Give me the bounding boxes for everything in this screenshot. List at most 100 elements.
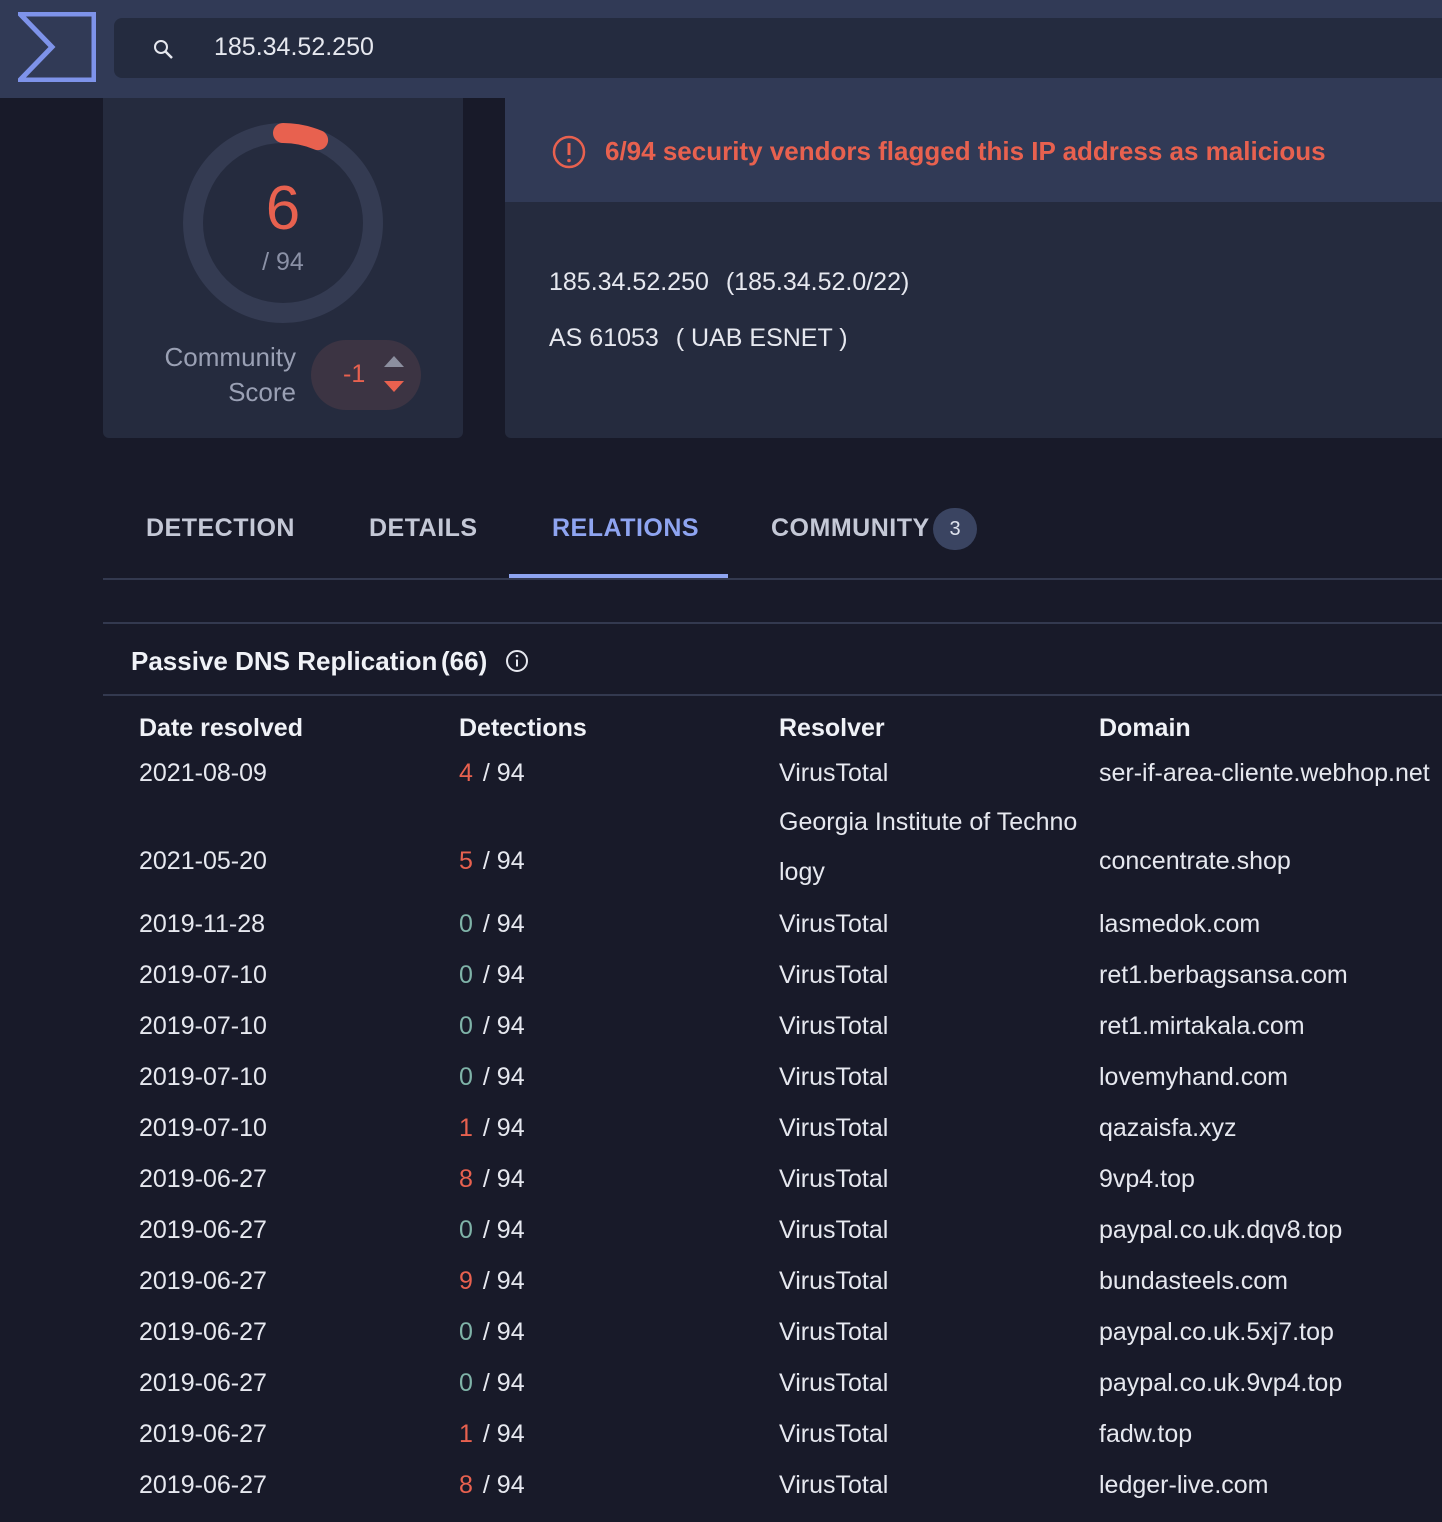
cell-domain[interactable]: ledger-live.com: [1099, 1471, 1269, 1500]
detection-total: / 94: [482, 1369, 525, 1397]
cell-domain[interactable]: ser-if-area-cliente.webhop.net: [1099, 759, 1430, 788]
cell-date: 2019-06-27: [139, 1267, 267, 1295]
header-domain[interactable]: Domain: [1099, 714, 1191, 743]
table-row[interactable]: 2021-05-20 5 / 94 Georgia Institute of Tech…: [139, 808, 1442, 910]
sigma-logo-icon[interactable]: [18, 12, 96, 82]
detection-total: / 94: [482, 1063, 525, 1091]
detection-count: 1: [459, 1420, 473, 1448]
detection-total: / 94: [482, 1114, 525, 1142]
downvote-icon[interactable]: [384, 381, 404, 392]
tab-community[interactable]: COMMUNITY: [771, 514, 930, 543]
cell-detections: 4 / 94: [459, 759, 525, 788]
detection-total: / 94: [482, 1318, 525, 1346]
search-input[interactable]: 185.34.52.250: [214, 33, 374, 62]
cell-resolver: VirusTotal: [779, 961, 889, 989]
cell-date: 2019-07-10: [139, 1063, 267, 1091]
table-row[interactable]: 2019-07-10 1 / 94 VirusTotal qazaisfa.xyz: [139, 1114, 1442, 1165]
detection-count: 1: [459, 1114, 473, 1142]
header-date[interactable]: Date resolved: [139, 714, 303, 743]
cell-resolver: VirusTotal: [779, 1114, 889, 1142]
detection-total: / 94: [482, 847, 525, 875]
table-row[interactable]: 2019-07-10 0 / 94 VirusTotal lovemyhand.com: [139, 1063, 1442, 1114]
detection-count: 0: [459, 910, 473, 938]
detection-count: 9: [459, 1267, 473, 1295]
ip-range[interactable]: (185.34.52.0/22): [726, 268, 909, 296]
community-count-badge: 3: [933, 508, 977, 550]
detection-total: / 94: [482, 1471, 525, 1499]
cell-detections: 8 / 94: [459, 1165, 525, 1194]
detection-count: 0: [459, 1369, 473, 1397]
cell-domain[interactable]: fadw.top: [1099, 1420, 1192, 1449]
tab-bar: DETECTION DETAILS RELATIONS COMMUNITY 3: [103, 490, 1442, 580]
cell-detections: 9 / 94: [459, 1267, 525, 1296]
cell-resolver: VirusTotal: [779, 1012, 889, 1040]
table-row[interactable]: 2019-06-27 0 / 94 VirusTotal paypal.co.uk.5x…: [139, 1318, 1442, 1369]
cell-date: 2021-05-20: [139, 847, 267, 875]
asn-owner[interactable]: ( UAB ESNET ): [676, 324, 848, 352]
tab-relations[interactable]: RELATIONS: [552, 514, 699, 543]
cell-date: 2019-06-27: [139, 1369, 267, 1397]
header-detections[interactable]: Detections: [459, 714, 587, 743]
table-row[interactable]: 2019-06-27 8 / 94 VirusTotal ledger-live.com: [139, 1471, 1442, 1522]
cell-resolver: VirusTotal: [779, 1267, 889, 1295]
cell-domain[interactable]: ret1.berbagsansa.com: [1099, 961, 1348, 990]
cell-detections: 0 / 94: [459, 1369, 525, 1398]
alert-text: 6/94 security vendors flagged this IP ad…: [605, 136, 1326, 166]
header-resolver[interactable]: Resolver: [779, 714, 885, 743]
cell-detections: 5 / 94: [459, 847, 525, 876]
cell-domain[interactable]: qazaisfa.xyz: [1099, 1114, 1237, 1143]
tab-details[interactable]: DETAILS: [369, 514, 478, 543]
detection-total: / 94: [482, 1216, 525, 1244]
cell-domain[interactable]: paypal.co.uk.5xj7.top: [1099, 1318, 1334, 1347]
table-row[interactable]: 2019-06-27 9 / 94 VirusTotal bundasteels.com: [139, 1267, 1442, 1318]
detection-count: 8: [459, 1471, 473, 1499]
cell-resolver: VirusTotal: [779, 1420, 889, 1448]
cell-resolver: VirusTotal: [779, 1471, 889, 1499]
detection-score-card: 6 / 94 Community Score -1: [103, 98, 463, 438]
table-row[interactable]: 2019-06-27 8 / 94 VirusTotal 9vp4.top: [139, 1165, 1442, 1216]
table-row[interactable]: 2019-06-27 1 / 94 VirusTotal fadw.top: [139, 1420, 1442, 1471]
cell-detections: 0 / 94: [459, 1063, 525, 1092]
community-label-line2: Score: [228, 377, 296, 407]
cell-domain[interactable]: 9vp4.top: [1099, 1165, 1195, 1194]
table-row[interactable]: 2019-07-10 0 / 94 VirusTotal ret1.mirtakala.…: [139, 1012, 1442, 1063]
cell-resolver: VirusTotal: [779, 1063, 889, 1091]
table-row[interactable]: 2019-11-28 0 / 94 VirusTotal lasmedok.com: [139, 910, 1442, 961]
info-icon[interactable]: [505, 649, 529, 673]
upvote-icon[interactable]: [384, 356, 404, 367]
cell-domain[interactable]: paypal.co.uk.dqv8.top: [1099, 1216, 1342, 1245]
cell-domain[interactable]: lasmedok.com: [1099, 910, 1260, 939]
detection-total: / 94: [482, 1420, 525, 1448]
community-score-label: Community Score: [133, 340, 296, 410]
section-count: (66): [441, 646, 488, 676]
section-title: Passive DNS Replication: [131, 646, 438, 676]
detection-total: / 94: [482, 1267, 525, 1295]
cell-domain[interactable]: bundasteels.com: [1099, 1267, 1288, 1296]
cell-resolver: Georgia Institute of Technology: [779, 808, 1078, 886]
cell-detections: 1 / 94: [459, 1420, 525, 1449]
tab-detection[interactable]: DETECTION: [146, 514, 295, 543]
search-icon[interactable]: [152, 38, 176, 62]
cell-domain[interactable]: lovemyhand.com: [1099, 1063, 1288, 1092]
table-row[interactable]: 2019-07-10 0 / 94 VirusTotal ret1.berbagsans…: [139, 961, 1442, 1012]
cell-detections: 1 / 94: [459, 1114, 525, 1143]
cell-date: 2019-06-27: [139, 1420, 267, 1448]
table-row[interactable]: 2019-06-27 0 / 94 VirusTotal paypal.co.uk.9v…: [139, 1369, 1442, 1420]
cell-detections: 0 / 94: [459, 961, 525, 990]
cell-domain[interactable]: paypal.co.uk.9vp4.top: [1099, 1369, 1342, 1398]
asn-number[interactable]: AS 61053: [549, 324, 659, 352]
table-row[interactable]: 2019-06-27 0 / 94 VirusTotal paypal.co.uk.dq…: [139, 1216, 1442, 1267]
cell-detections: 0 / 94: [459, 1216, 525, 1245]
cell-domain[interactable]: ret1.mirtakala.com: [1099, 1012, 1305, 1041]
cell-date: 2019-07-10: [139, 961, 267, 989]
cell-resolver: VirusTotal: [779, 910, 889, 938]
cell-resolver: VirusTotal: [779, 1318, 889, 1346]
cell-domain[interactable]: concentrate.shop: [1099, 847, 1291, 876]
detection-count: 0: [459, 1012, 473, 1040]
ip-address[interactable]: 185.34.52.250: [549, 268, 709, 296]
detection-total: / 94: [482, 1165, 525, 1193]
detection-count: 4: [459, 759, 473, 787]
community-vote-widget: -1: [311, 340, 421, 410]
detection-count: 5: [459, 847, 473, 875]
search-bar[interactable]: 185.34.52.250: [114, 18, 1442, 78]
